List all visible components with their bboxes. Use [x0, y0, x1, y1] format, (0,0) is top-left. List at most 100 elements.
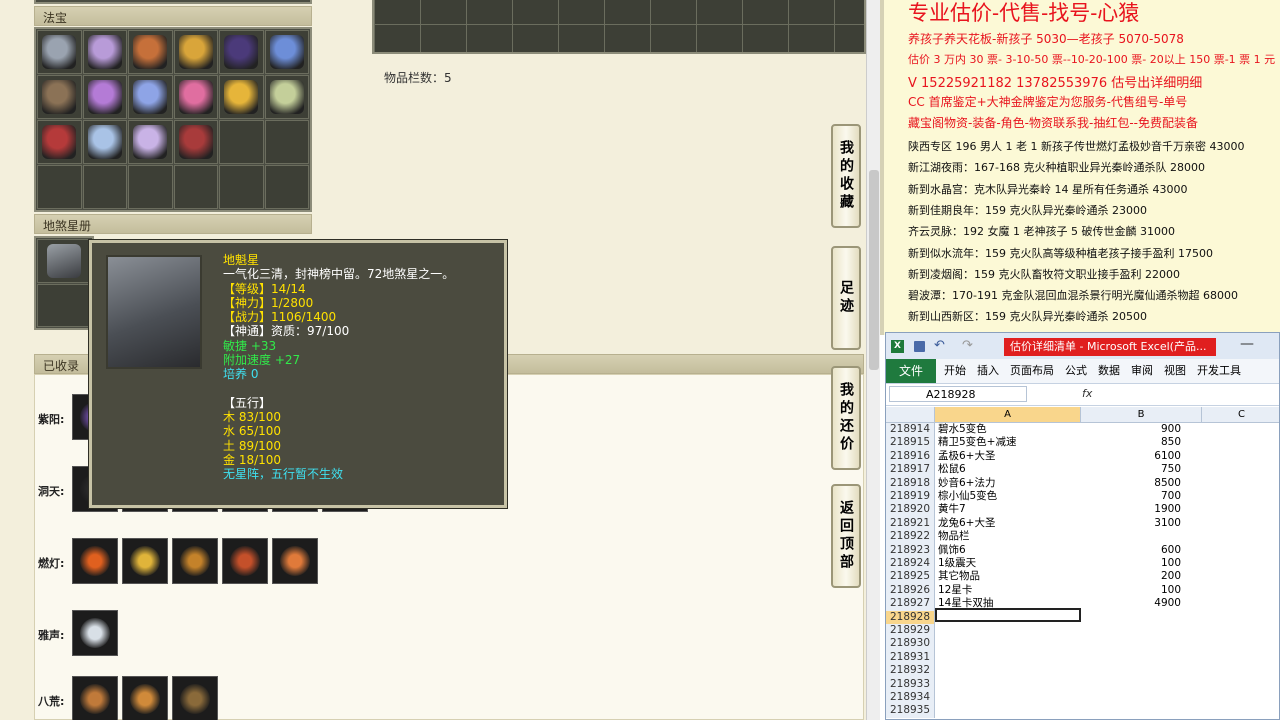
collected-item[interactable]: [172, 676, 218, 720]
fabao-slot[interactable]: [264, 75, 309, 119]
fabao-slot[interactable]: [173, 75, 218, 119]
empty-slot[interactable]: [219, 120, 264, 164]
fabao-slot[interactable]: [37, 30, 82, 74]
cell-a[interactable]: 龙兔6+大圣: [938, 517, 1078, 530]
row-number[interactable]: 218915: [886, 436, 935, 450]
row-number[interactable]: 218924: [886, 557, 935, 571]
row-number[interactable]: 218916: [886, 449, 935, 464]
fabao-slot[interactable]: [37, 75, 82, 119]
empty-slot[interactable]: [173, 165, 218, 209]
undo-icon[interactable]: ↶: [934, 338, 945, 353]
cell-b[interactable]: 8500: [1081, 477, 1181, 490]
fabao-slot[interactable]: [82, 75, 127, 119]
fx-icon[interactable]: fx: [1082, 387, 1092, 400]
fabao-slot[interactable]: [264, 30, 309, 74]
row-number[interactable]: 218932: [886, 664, 935, 678]
row-number[interactable]: 218933: [886, 677, 935, 691]
cell-a[interactable]: 佩饰6: [938, 544, 1078, 557]
ribbon-tab[interactable]: 公式: [1065, 364, 1087, 377]
my-bargain-button[interactable]: 我的还价: [831, 366, 861, 470]
ribbon-tab[interactable]: 插入: [977, 364, 999, 377]
cell-b[interactable]: 700: [1081, 490, 1181, 503]
fabao-slot[interactable]: [82, 30, 127, 74]
ribbon-tab[interactable]: 开发工具: [1197, 364, 1241, 377]
cell-a[interactable]: 碧水5变色: [938, 423, 1078, 436]
row-number[interactable]: 218917: [886, 463, 935, 477]
cell-a[interactable]: 黄牛7: [938, 503, 1078, 516]
redo-icon[interactable]: ↷: [962, 338, 973, 353]
cell-b[interactable]: 3100: [1081, 517, 1181, 530]
cell-b[interactable]: 100: [1081, 557, 1181, 570]
fabao-slot[interactable]: [37, 120, 82, 164]
ribbon-tab[interactable]: 视图: [1164, 364, 1186, 377]
my-favorites-button[interactable]: 我的收藏: [831, 124, 861, 228]
collected-item[interactable]: [72, 610, 118, 656]
fabao-slot[interactable]: [219, 75, 264, 119]
row-number[interactable]: 218926: [886, 583, 935, 598]
row-number[interactable]: 218927: [886, 597, 935, 611]
column-c-header[interactable]: C: [1202, 407, 1279, 422]
row-number[interactable]: 218934: [886, 691, 935, 705]
fabao-slot[interactable]: [128, 30, 173, 74]
ribbon-tab[interactable]: 开始: [944, 364, 966, 377]
fabao-slot[interactable]: [219, 30, 264, 74]
cell-b[interactable]: 600: [1081, 544, 1181, 557]
row-number[interactable]: 218925: [886, 570, 935, 584]
fabao-slot[interactable]: [128, 120, 173, 164]
collected-item[interactable]: [272, 538, 318, 584]
minimize-icon[interactable]: —: [1240, 336, 1254, 352]
name-box[interactable]: A218928: [889, 386, 1027, 402]
fabao-slot[interactable]: [173, 30, 218, 74]
ribbon-tab[interactable]: 页面布局: [1010, 364, 1054, 377]
collected-item[interactable]: [72, 676, 118, 720]
footprint-button[interactable]: 足迹: [831, 246, 861, 350]
ribbon-tab[interactable]: 数据: [1098, 364, 1120, 377]
cell-b[interactable]: 100: [1081, 584, 1181, 597]
page-scrollbar[interactable]: [866, 0, 880, 720]
row-number[interactable]: 218922: [886, 530, 935, 544]
cell-b[interactable]: 750: [1081, 463, 1181, 476]
cell-a[interactable]: 妙音6+法力: [938, 477, 1078, 490]
row-number[interactable]: 218920: [886, 503, 935, 517]
row-number[interactable]: 218918: [886, 476, 935, 490]
row-number[interactable]: 218923: [886, 543, 935, 557]
file-tab[interactable]: 文件: [886, 359, 936, 383]
empty-slot[interactable]: [82, 165, 127, 209]
cell-a[interactable]: 物品栏: [938, 530, 1078, 543]
collected-item[interactable]: [172, 538, 218, 584]
cell-a[interactable]: 其它物品: [938, 570, 1078, 583]
cell-b[interactable]: 200: [1081, 570, 1181, 583]
fabao-slot[interactable]: [173, 120, 218, 164]
ribbon-tab[interactable]: 审阅: [1131, 364, 1153, 377]
empty-slot[interactable]: [37, 165, 82, 209]
disha-card-slot[interactable]: [37, 239, 91, 283]
collected-item[interactable]: [72, 538, 118, 584]
empty-slot[interactable]: [37, 283, 91, 327]
cell-b[interactable]: 1900: [1081, 503, 1181, 516]
fabao-slot[interactable]: [82, 120, 127, 164]
column-b-header[interactable]: B: [1081, 407, 1202, 422]
row-number[interactable]: 218928: [886, 610, 935, 624]
save-icon[interactable]: [914, 341, 925, 352]
fabao-slot[interactable]: [128, 75, 173, 119]
back-to-top-button[interactable]: 返回顶部: [831, 484, 861, 588]
collected-item[interactable]: [122, 676, 168, 720]
cell-a[interactable]: 1级震天: [938, 557, 1078, 570]
cell-b[interactable]: 850: [1081, 436, 1181, 449]
cell-a[interactable]: 孟极6+大圣: [938, 450, 1078, 463]
empty-slot[interactable]: [264, 165, 309, 209]
collected-item[interactable]: [122, 538, 168, 584]
row-number[interactable]: 218921: [886, 516, 935, 531]
cell-b[interactable]: 6100: [1081, 450, 1181, 463]
cell-a[interactable]: 12星卡: [938, 584, 1078, 597]
row-number[interactable]: 218930: [886, 637, 935, 651]
cell-b[interactable]: 900: [1081, 423, 1181, 436]
column-a-header[interactable]: A: [935, 407, 1081, 422]
row-number[interactable]: 218919: [886, 490, 935, 504]
row-number[interactable]: 218914: [886, 423, 935, 437]
cell-b[interactable]: 4900: [1081, 597, 1181, 610]
collected-item[interactable]: [222, 538, 268, 584]
empty-slot[interactable]: [128, 165, 173, 209]
row-number[interactable]: 218935: [886, 704, 935, 718]
cell-a[interactable]: 棕小仙5变色: [938, 490, 1078, 503]
